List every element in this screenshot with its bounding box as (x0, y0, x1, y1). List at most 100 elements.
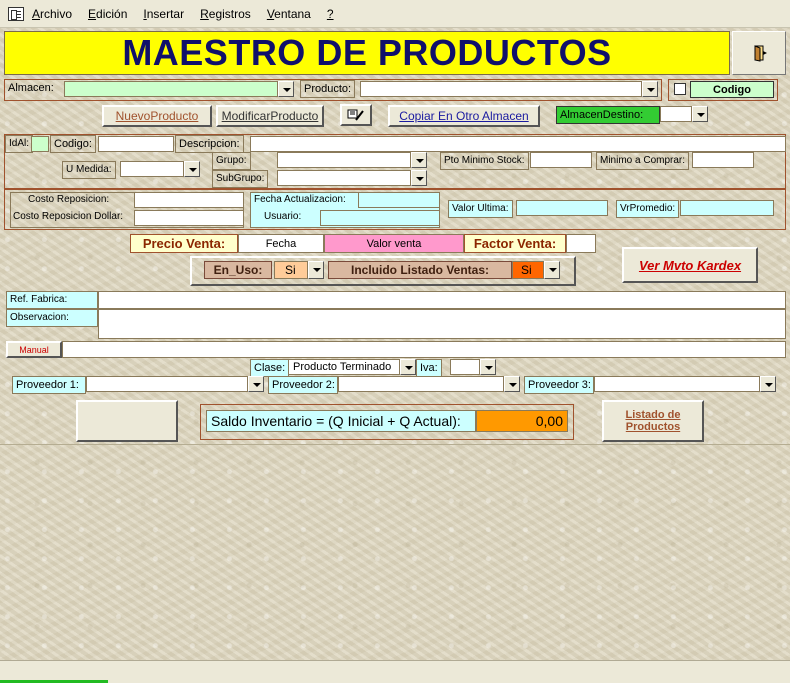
menu-insertar[interactable]: Insertar (143, 7, 184, 21)
minimo-comprar-field[interactable] (692, 152, 754, 168)
chevron-down-icon[interactable] (248, 376, 264, 392)
proveedor-2-label: Proveedor 2: (268, 376, 338, 394)
form-system-icon[interactable] (8, 6, 24, 21)
blank-action-button[interactable] (76, 400, 178, 442)
manual-button[interactable]: Manual (6, 341, 62, 358)
chevron-down-icon[interactable] (504, 376, 520, 392)
factor-venta-field[interactable] (566, 234, 596, 253)
proveedor-2-combo[interactable] (338, 376, 520, 392)
vr-promedio-label: VrPromedio: (616, 200, 680, 218)
chevron-down-icon[interactable] (480, 359, 496, 375)
fecha-actualizacion-label: Fecha Actualizacion: (254, 194, 346, 205)
almacen-destino-label: AlmacenDestino: (556, 106, 660, 124)
valor-ultima-label: Valor Ultima: (448, 200, 513, 218)
proveedor-3-label: Proveedor 3: (524, 376, 594, 394)
subgrupo-combo[interactable] (277, 170, 427, 186)
usuario-field[interactable] (320, 210, 440, 226)
almacen-label: Almacen: (8, 82, 54, 94)
menu-archivo[interactable]: Archivo (32, 7, 72, 21)
form-footer-area (0, 444, 790, 660)
form-area: MAESTRO DE PRODUCTOS Almacen: Producto: … (0, 28, 790, 660)
menu-help[interactable]: ? (327, 7, 334, 21)
valor-ultima-field[interactable] (516, 200, 608, 216)
umedida-combo[interactable] (120, 161, 200, 177)
chevron-down-icon[interactable] (642, 81, 658, 97)
chevron-down-icon[interactable] (760, 376, 776, 392)
chevron-down-icon[interactable] (411, 152, 427, 168)
precio-venta-label: Precio Venta: (130, 234, 238, 253)
menu-ventana[interactable]: Ventana (267, 7, 311, 21)
en-uso-label: En_Uso: (204, 261, 272, 279)
ver-kardex-label: Ver Mvto Kardex (638, 257, 742, 273)
menu-bar: Archivo Edición Insertar Registros Venta… (0, 0, 790, 28)
idal-label: IdAl: (5, 135, 34, 153)
chevron-down-icon[interactable] (308, 261, 324, 279)
incluido-combo[interactable]: Si (512, 261, 560, 279)
chevron-down-icon[interactable] (278, 81, 294, 97)
edit-record-button[interactable] (340, 104, 372, 126)
status-bar (0, 660, 790, 683)
descripcion-field[interactable] (250, 136, 786, 152)
observacion-field[interactable] (98, 309, 786, 339)
costo-reposicion-field[interactable] (134, 192, 244, 208)
listado-productos-button[interactable]: Listado de Productos (602, 400, 704, 442)
fecha-column-header: Fecha (238, 234, 324, 253)
subgrupo-label: SubGrupo: (212, 170, 269, 188)
codigo-checkbox[interactable] (674, 83, 686, 95)
incluido-listado-label: Incluido Listado Ventas: (328, 261, 512, 279)
en-uso-value: Si (274, 261, 308, 279)
usuario-label: Usuario: (264, 211, 302, 222)
grupo-combo[interactable] (277, 152, 427, 168)
proveedor-1-label: Proveedor 1: (12, 376, 86, 394)
almacen-combo[interactable] (64, 81, 294, 97)
menu-registros[interactable]: Registros (200, 7, 251, 21)
menu-edicion[interactable]: Edición (88, 7, 127, 21)
chevron-down-icon[interactable] (544, 261, 560, 279)
clase-combo[interactable]: Producto Terminado (288, 359, 416, 375)
chevron-down-icon[interactable] (184, 161, 200, 177)
almacen-destino-combo[interactable] (660, 106, 708, 122)
fecha-actualizacion-field[interactable] (358, 192, 440, 208)
descripcion-label: Descripcion: (175, 135, 244, 153)
modificar-prefix: Modificar (221, 109, 271, 123)
vr-promedio-field[interactable] (680, 200, 774, 216)
iva-label: Iva: (416, 359, 442, 377)
modificar-producto-button[interactable]: Modificar Producto (216, 105, 324, 127)
chevron-down-icon[interactable] (400, 359, 416, 375)
proveedor-1-combo[interactable] (86, 376, 264, 392)
ref-fabrica-label: Ref. Fabrica: (6, 291, 98, 309)
nuevo-producto-button[interactable]: Nuevo Producto (102, 105, 212, 127)
chevron-down-icon[interactable] (692, 106, 708, 122)
factor-venta-label: Factor Venta: (464, 234, 566, 253)
modificar-suffix: Producto (270, 109, 319, 123)
codigo-toggle-label: Codigo (690, 81, 774, 98)
manual-field[interactable] (62, 341, 786, 358)
manual-label: Manual (19, 344, 49, 355)
codigo-label: Codigo: (50, 135, 96, 153)
copiar-almacen-button[interactable]: Copiar En Otro Almacen (388, 105, 540, 127)
codigo-field[interactable] (98, 136, 174, 152)
iva-combo[interactable] (450, 359, 496, 375)
pto-minimo-field[interactable] (530, 152, 592, 168)
proveedor-3-combo[interactable] (594, 376, 776, 392)
exit-button[interactable] (732, 31, 786, 75)
costo-dollar-field[interactable] (134, 210, 244, 226)
exit-door-icon (754, 45, 767, 62)
observacion-label: Observacion: (6, 309, 98, 327)
producto-combo[interactable] (360, 81, 658, 97)
listado-label-2: Productos (625, 421, 681, 433)
idal-field[interactable] (31, 136, 49, 152)
chevron-down-icon[interactable] (411, 170, 427, 186)
saldo-value: 0,00 (476, 410, 568, 432)
ver-kardex-button[interactable]: Ver Mvto Kardex (622, 247, 758, 283)
en-uso-combo[interactable]: Si (274, 261, 324, 279)
grupo-label: Grupo: (212, 152, 251, 170)
saldo-label: Saldo Inventario = (Q Inicial + Q Actual… (206, 410, 476, 432)
copiar-label: Copiar En Otro Almacen (399, 109, 529, 123)
costo-reposicion-label: Costo Reposicion: (28, 194, 110, 205)
clase-value: Producto Terminado (288, 359, 400, 375)
nuevo-prefix: Nuevo (115, 109, 151, 123)
costo-dollar-label: Costo Reposicion Dollar: (13, 211, 124, 222)
ref-fabrica-field[interactable] (98, 291, 786, 309)
umedida-label: U Medida: (62, 161, 116, 179)
